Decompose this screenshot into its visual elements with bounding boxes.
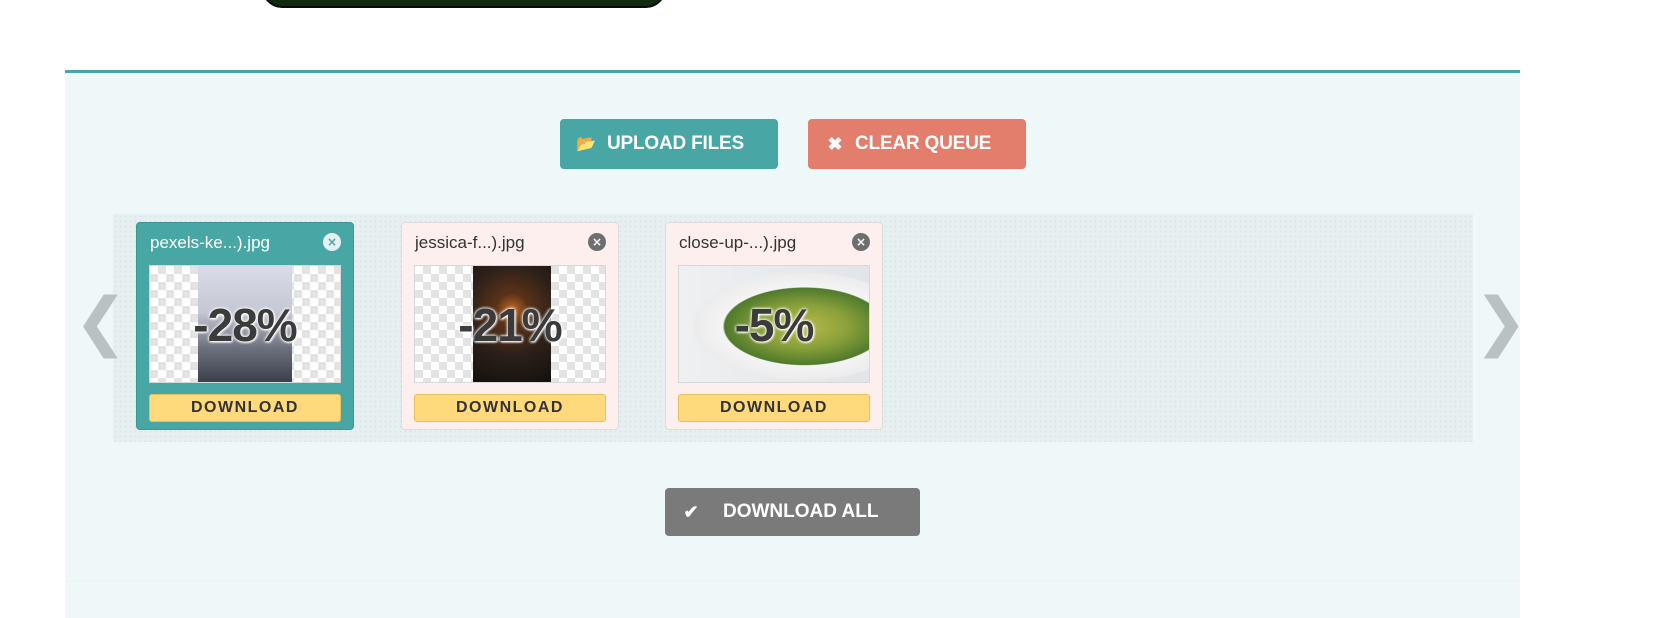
- panel-footer-strip: [65, 580, 1520, 618]
- top-banner-graphic: [262, 0, 666, 8]
- remove-file-icon[interactable]: ×: [588, 233, 606, 251]
- compression-percent: -21%: [458, 299, 562, 351]
- download-button[interactable]: DOWNLOAD: [414, 394, 606, 422]
- queue-prev-arrow[interactable]: ❮: [74, 290, 128, 354]
- file-thumbnail: -28%: [149, 265, 341, 383]
- checkmark-icon: ✔: [683, 501, 699, 522]
- upload-files-button[interactable]: 📂 UPLOAD FILES: [560, 119, 778, 169]
- file-card[interactable]: close-up-...).jpg × -5% DOWNLOAD: [665, 222, 883, 430]
- clear-queue-button[interactable]: ✖ CLEAR QUEUE: [808, 119, 1026, 169]
- download-all-label: DOWNLOAD ALL: [723, 501, 879, 522]
- file-card[interactable]: jessica-f...).jpg × -21% DOWNLOAD: [401, 222, 619, 430]
- file-name: close-up-...).jpg: [679, 233, 797, 252]
- queue-next-arrow[interactable]: ❯: [1474, 290, 1528, 354]
- file-thumbnail: -21%: [414, 265, 606, 383]
- file-card[interactable]: pexels-ke...).jpg × -28% DOWNLOAD: [136, 222, 354, 430]
- clear-queue-label: CLEAR QUEUE: [855, 133, 992, 154]
- compression-percent: -28%: [193, 299, 297, 351]
- remove-file-icon[interactable]: ×: [852, 233, 870, 251]
- remove-file-icon[interactable]: ×: [323, 233, 341, 251]
- download-all-button[interactable]: ✔ DOWNLOAD ALL: [665, 488, 920, 536]
- file-name: pexels-ke...).jpg: [150, 233, 270, 252]
- close-icon: ✖: [827, 133, 843, 154]
- file-name: jessica-f...).jpg: [415, 233, 525, 252]
- download-button[interactable]: DOWNLOAD: [678, 394, 870, 422]
- compression-percent: -5%: [734, 299, 815, 351]
- file-thumbnail: -5%: [678, 265, 870, 383]
- folder-open-icon: 📂: [576, 136, 596, 153]
- upload-files-label: UPLOAD FILES: [607, 133, 744, 154]
- download-button[interactable]: DOWNLOAD: [149, 394, 341, 422]
